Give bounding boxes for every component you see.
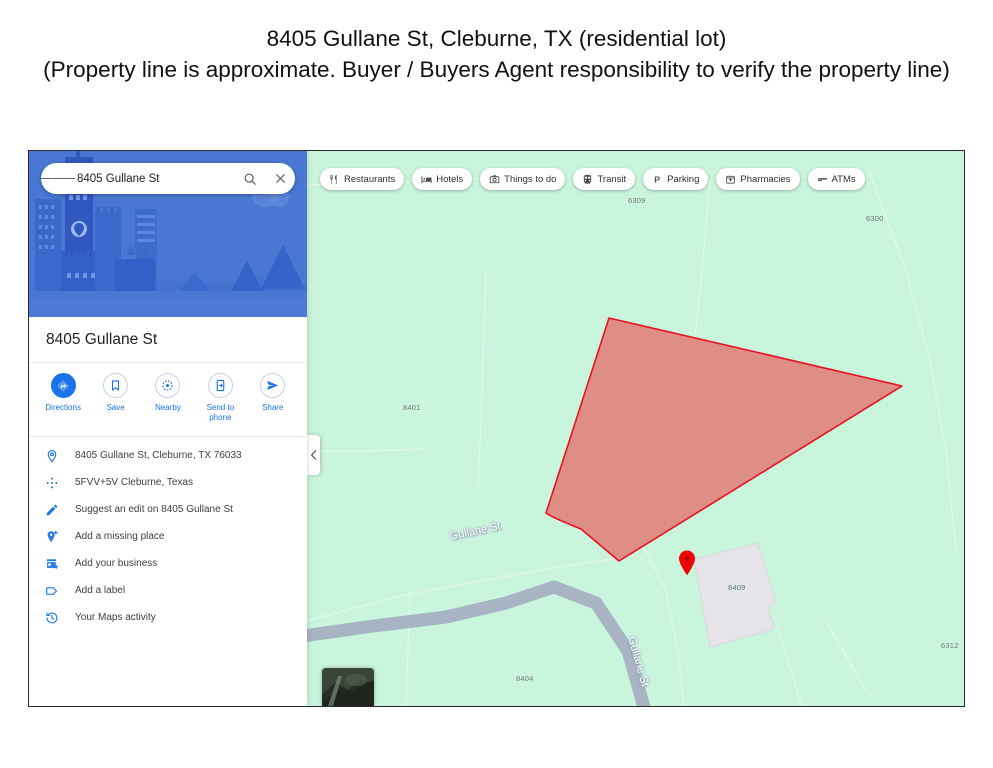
info-row-text: Add a missing place bbox=[75, 531, 165, 542]
hamburger-icon[interactable] bbox=[41, 176, 75, 181]
map-marker-icon[interactable] bbox=[677, 549, 697, 582]
send-to-phone-button[interactable]: Send to phone bbox=[196, 373, 244, 436]
directions-icon bbox=[50, 373, 76, 398]
action-label: Save bbox=[106, 403, 125, 412]
place-info-list: 8405 Gullane St, Cleburne, TX 76033 5FVV… bbox=[29, 442, 307, 631]
share-button[interactable]: Share bbox=[249, 373, 297, 436]
map-category-chips: Restaurants Hotels Things to do Transit bbox=[320, 168, 865, 190]
chip-things-to-do[interactable]: Things to do bbox=[480, 168, 566, 190]
chip-label: ATMs bbox=[831, 173, 856, 185]
info-row-plus-code[interactable]: 5FVV+5V Cleburne, Texas bbox=[29, 469, 307, 496]
nearby-button[interactable]: Nearby bbox=[144, 373, 192, 436]
chip-label: Transit bbox=[597, 173, 627, 185]
info-row-add-label[interactable]: Add a label bbox=[29, 577, 307, 604]
action-label: Directions bbox=[45, 403, 81, 412]
place-name-heading: 8405 Gullane St bbox=[29, 317, 307, 363]
chevron-left-icon bbox=[310, 450, 316, 460]
place-pin-icon bbox=[45, 449, 75, 463]
chip-label: Hotels bbox=[436, 173, 464, 185]
bookmark-icon bbox=[103, 373, 129, 398]
action-label: Share bbox=[262, 403, 284, 412]
action-label: Send to phone bbox=[206, 403, 235, 422]
parcel-label: 8409 bbox=[728, 583, 746, 592]
info-row-suggest-edit[interactable]: Suggest an edit on 8405 Gullane St bbox=[29, 496, 307, 523]
parcel-label: 8404 bbox=[516, 674, 534, 683]
parcel-label: 6300 bbox=[866, 214, 884, 223]
transit-icon bbox=[582, 174, 593, 185]
place-details-panel: 8405 Gullane St 8405 Gullane St Directio… bbox=[29, 151, 307, 706]
place-action-buttons: Directions Save Nearby Send to phone Sha… bbox=[29, 364, 307, 437]
pencil-icon bbox=[45, 503, 75, 517]
send-to-phone-icon bbox=[207, 373, 233, 398]
history-icon bbox=[45, 611, 75, 625]
info-row-text: Add your business bbox=[75, 558, 158, 569]
chip-atms[interactable]: ATMs bbox=[807, 168, 865, 190]
parking-icon: P bbox=[652, 174, 663, 185]
hotel-icon bbox=[421, 174, 432, 185]
search-bar[interactable]: 8405 Gullane St bbox=[41, 163, 295, 194]
chip-parking[interactable]: P Parking bbox=[643, 168, 709, 190]
title-line-2: (Property line is approximate. Buyer / B… bbox=[43, 56, 950, 82]
info-row-text: 8405 Gullane St, Cleburne, TX 76033 bbox=[75, 450, 242, 461]
atm-icon bbox=[817, 174, 828, 185]
storefront-icon bbox=[45, 557, 75, 571]
chip-label: Parking bbox=[667, 173, 700, 185]
building-8409 bbox=[693, 542, 777, 648]
action-label: Nearby bbox=[155, 403, 181, 412]
save-button[interactable]: Save bbox=[92, 373, 140, 436]
info-row-maps-activity[interactable]: Your Maps activity bbox=[29, 604, 307, 631]
info-row-text: Suggest an edit on 8405 Gullane St bbox=[75, 504, 233, 515]
parcel-label: 6312 bbox=[941, 641, 959, 650]
pharmacy-icon bbox=[725, 174, 736, 185]
directions-button[interactable]: Directions bbox=[39, 373, 87, 436]
chip-pharmacies[interactable]: Pharmacies bbox=[716, 168, 800, 190]
chip-label: Pharmacies bbox=[740, 173, 791, 185]
street-view-thumbnail[interactable] bbox=[322, 668, 374, 706]
chip-restaurants[interactable]: Restaurants bbox=[320, 168, 405, 190]
info-row-text: Add a label bbox=[75, 585, 126, 596]
property-boundary-polygon bbox=[545, 317, 903, 562]
close-icon[interactable] bbox=[265, 172, 295, 185]
street-view-image bbox=[322, 668, 374, 706]
restaurant-icon bbox=[329, 174, 340, 185]
chip-label: Things to do bbox=[504, 173, 557, 185]
add-place-icon bbox=[45, 530, 75, 544]
info-row-text: 5FVV+5V Cleburne, Texas bbox=[75, 477, 193, 488]
info-row-text: Your Maps activity bbox=[75, 612, 156, 623]
label-tag-icon bbox=[45, 584, 75, 598]
parcel-label: 6309 bbox=[628, 196, 646, 205]
search-input[interactable]: 8405 Gullane St bbox=[75, 173, 235, 185]
map-canvas[interactable]: 6309 6300 8401 8409 6312 8404 Gullane St… bbox=[306, 151, 964, 706]
share-icon bbox=[260, 373, 286, 398]
svg-text:P: P bbox=[654, 174, 660, 184]
page-title: 8405 Gullane St, Cleburne, TX (residenti… bbox=[0, 24, 993, 85]
chip-hotels[interactable]: Hotels bbox=[412, 168, 473, 190]
camera-icon bbox=[489, 174, 500, 185]
nearby-icon bbox=[155, 373, 181, 398]
search-icon[interactable] bbox=[235, 172, 265, 186]
map-screenshot-frame: 6309 6300 8401 8409 6312 8404 Gullane St… bbox=[28, 150, 965, 707]
map-graphics bbox=[306, 168, 957, 706]
title-line-1: 8405 Gullane St, Cleburne, TX (residenti… bbox=[266, 26, 727, 51]
parcel-label: 8401 bbox=[403, 403, 421, 412]
plus-code-icon bbox=[45, 476, 75, 490]
info-row-add-missing-place[interactable]: Add a missing place bbox=[29, 523, 307, 550]
chip-transit[interactable]: Transit bbox=[573, 168, 636, 190]
info-row-add-business[interactable]: Add your business bbox=[29, 550, 307, 577]
collapse-panel-button[interactable] bbox=[306, 435, 320, 475]
chip-label: Restaurants bbox=[344, 173, 396, 185]
info-row-address[interactable]: 8405 Gullane St, Cleburne, TX 76033 bbox=[29, 442, 307, 469]
